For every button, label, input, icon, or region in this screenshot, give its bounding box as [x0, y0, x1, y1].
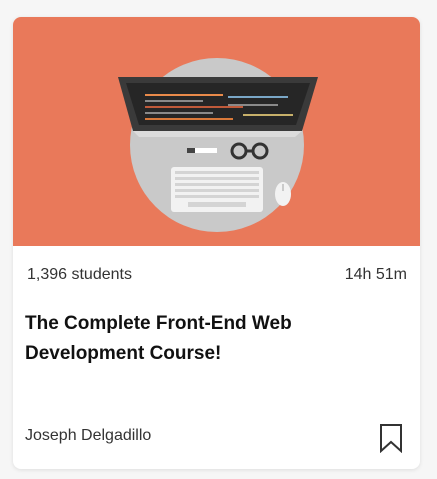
course-meta-row: 1,396 students 14h 51m	[13, 246, 420, 283]
student-count: 1,396 students	[27, 266, 132, 283]
course-title[interactable]: The Complete Front-End Web Development C…	[25, 309, 395, 369]
course-thumbnail[interactable]	[13, 17, 420, 246]
bookmark-icon	[380, 424, 402, 454]
course-card[interactable]: 1,396 students 14h 51m The Complete Fron…	[13, 17, 420, 469]
laptop-desk-illustration-icon	[13, 17, 420, 246]
bookmark-button[interactable]	[379, 423, 403, 454]
course-author[interactable]: Joseph Delgadillo	[25, 427, 151, 445]
course-duration: 14h 51m	[344, 266, 407, 283]
